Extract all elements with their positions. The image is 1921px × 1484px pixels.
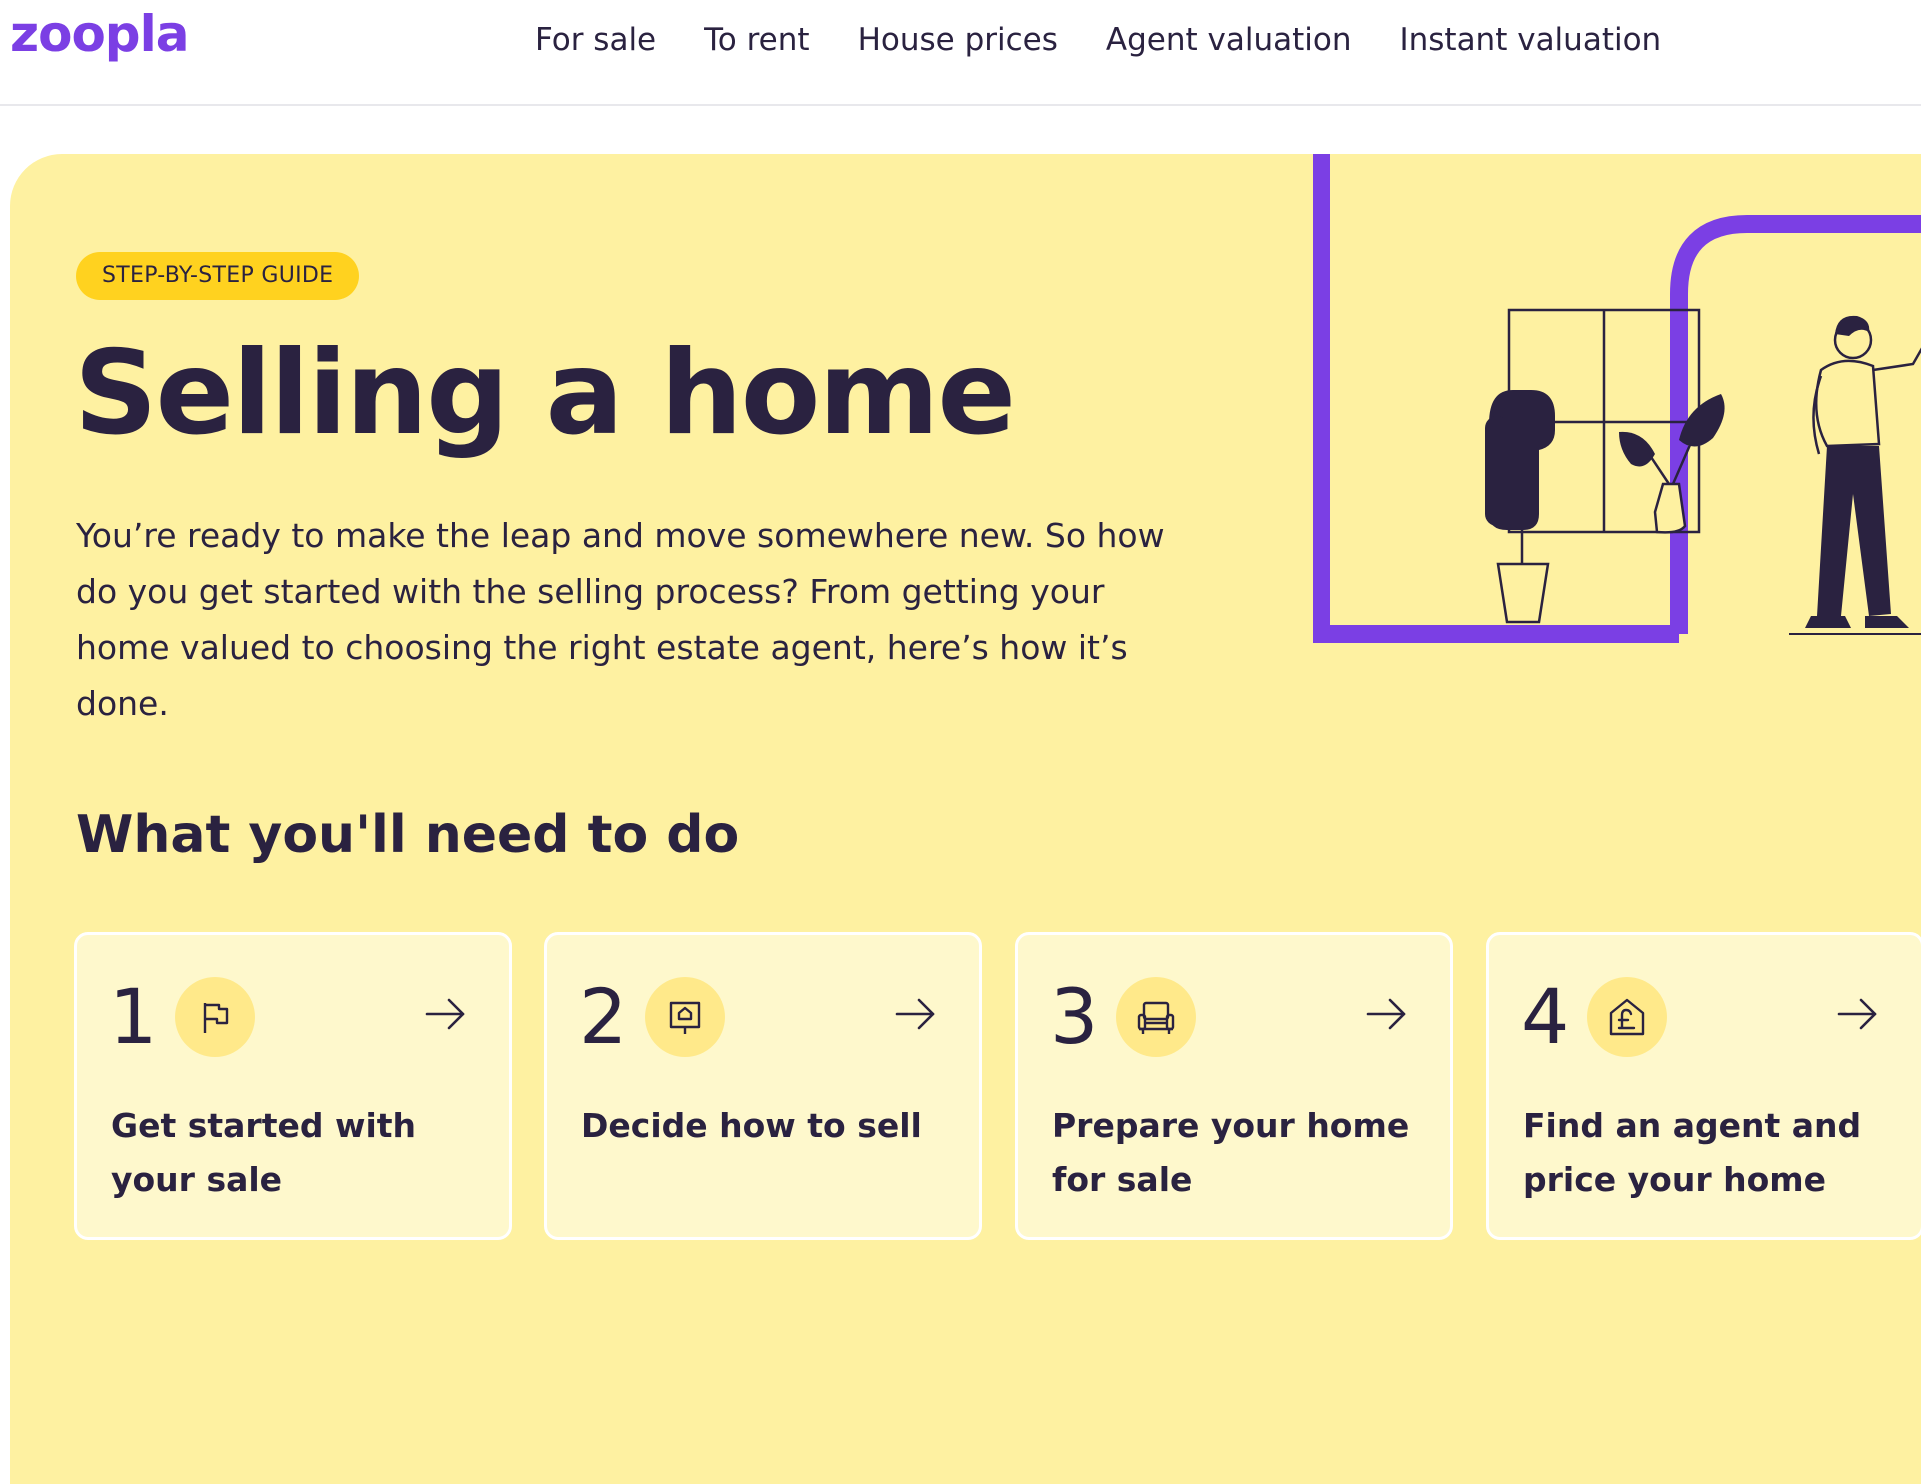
steps-list: 1 Get started with your sale 2 Decide ho…: [74, 932, 1921, 1242]
flag-icon: [175, 977, 255, 1057]
nav-instant-valuation[interactable]: Instant valuation: [1399, 18, 1661, 62]
guide-badge: STEP-BY-STEP GUIDE: [76, 252, 360, 300]
step-card-3[interactable]: 3 Prepare your home for sale: [1015, 932, 1453, 1240]
nav-for-sale[interactable]: For sale: [535, 18, 656, 62]
nav-house-prices[interactable]: House prices: [858, 18, 1058, 62]
armchair-icon: [1116, 977, 1196, 1057]
hero-section: STEP-BY-STEP GUIDE Selling a home You’re…: [10, 154, 1921, 1484]
step-number: 1: [109, 972, 158, 1061]
step-label: Find an agent and price your home: [1523, 1106, 1862, 1199]
arrow-right-icon: [1837, 998, 1877, 1030]
step-card-4[interactable]: 4 Find an agent and price your home: [1486, 932, 1921, 1240]
zoopla-logo[interactable]: zoopla: [10, 4, 189, 64]
step-label: Decide how to sell: [581, 1106, 922, 1145]
nav-agent-valuation[interactable]: Agent valuation: [1106, 18, 1352, 62]
section-title: What you'll need to do: [76, 805, 740, 865]
house-pound-icon: [1587, 977, 1667, 1057]
intro-text: You’re ready to make the leap and move s…: [76, 516, 1165, 723]
step-number: 2: [579, 972, 628, 1061]
page-title: Selling a home: [74, 326, 1016, 461]
arrow-right-icon: [895, 998, 935, 1030]
step-label: Get started with your sale: [111, 1106, 417, 1199]
step-number: 3: [1050, 972, 1099, 1061]
step-card-2[interactable]: 2 Decide how to sell: [544, 932, 982, 1240]
step-label: Prepare your home for sale: [1052, 1106, 1410, 1199]
step-card-1[interactable]: 1 Get started with your sale: [74, 932, 512, 1240]
arrow-right-icon: [425, 998, 465, 1030]
step-number: 4: [1521, 972, 1570, 1061]
nav-to-rent[interactable]: To rent: [704, 18, 809, 62]
arrow-right-icon: [1366, 998, 1406, 1030]
for-sale-sign-icon: [645, 977, 725, 1057]
hero-illustration: [1313, 154, 1921, 643]
site-header: zoopla For sale To rent House prices Age…: [0, 0, 1921, 106]
main-nav: For sale To rent House prices Agent valu…: [535, 18, 1709, 62]
